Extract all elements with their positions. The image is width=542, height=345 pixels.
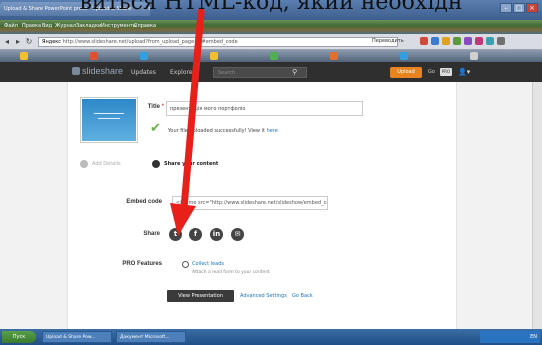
extension-icons <box>420 37 538 47</box>
vertical-scrollbar[interactable] <box>532 82 542 329</box>
taskbar-item[interactable]: Документ Microsoft... <box>116 331 186 343</box>
start-button[interactable]: Пуск <box>2 331 36 343</box>
menu-help[interactable]: Справка <box>134 23 156 29</box>
attach-form-hint: Attach a lead form to your content <box>192 270 270 275</box>
title-input[interactable]: презентація мого портфоліо <box>166 101 363 116</box>
menu-bar: Файл Правка Вид Журнал Закладки Инструме… <box>0 20 542 34</box>
upload-button[interactable]: Upload <box>390 67 422 78</box>
back-arrow-icon[interactable]: ◂ <box>2 37 12 47</box>
bookmark-icon[interactable] <box>90 52 98 60</box>
logo-icon <box>72 67 80 75</box>
bookmark-icon[interactable] <box>210 52 218 60</box>
thumbnail-preview <box>82 99 136 141</box>
title-label: Title * <box>147 104 164 110</box>
extension-icon[interactable] <box>464 37 472 45</box>
url-prefix: Яндекс <box>42 39 62 45</box>
bookmark-icon[interactable] <box>470 52 478 60</box>
facebook-icon[interactable]: f <box>189 228 202 241</box>
go-label: Go <box>428 69 435 75</box>
view-it-link[interactable]: here <box>267 128 278 134</box>
translate-label[interactable]: Переводить <box>372 38 404 44</box>
step-add-details[interactable]: Add Details <box>92 161 121 167</box>
pro-badge[interactable]: PRO <box>440 68 452 76</box>
nav-updates[interactable]: Updates <box>131 69 156 76</box>
advanced-settings-link[interactable]: Advanced Settings <box>240 293 287 299</box>
extension-icon[interactable] <box>486 37 494 45</box>
reload-icon[interactable]: ↻ <box>24 37 34 47</box>
menu-file[interactable]: Файл <box>4 23 18 29</box>
system-tray: EN <box>480 331 540 343</box>
search-icon[interactable]: ⚲ <box>292 68 297 76</box>
thumbnail-line <box>98 118 120 119</box>
extension-icon[interactable] <box>453 37 461 45</box>
menu-tools[interactable]: Инструменты <box>101 23 137 29</box>
embed-code-label: Embed code <box>126 199 162 205</box>
go-back-link[interactable]: Go Back <box>292 293 313 299</box>
extension-icon[interactable] <box>497 37 505 45</box>
url-field[interactable]: Яндекс http://www.slideshare.net/upload?… <box>38 37 398 47</box>
email-icon[interactable]: ✉ <box>231 228 244 241</box>
menu-bookmarks[interactable]: Закладки <box>76 23 101 29</box>
url-text: http://www.slideshare.net/upload?from_up… <box>62 39 238 45</box>
menu-view[interactable]: Вид <box>42 23 52 29</box>
twitter-icon[interactable]: t <box>169 228 182 241</box>
slideshare-header: slideshare Updates Explore Search ⚲ Uplo… <box>0 62 542 82</box>
menu-history[interactable]: Журнал <box>55 23 76 29</box>
thumbnail-line <box>94 113 124 114</box>
extension-icon[interactable] <box>420 37 428 45</box>
nav-explore[interactable]: Explore <box>170 69 193 76</box>
windows-taskbar: Пуск Upload & Share Pow... Документ Micr… <box>0 329 542 345</box>
required-marker: * <box>161 104 164 110</box>
checkmark-icon: ✔ <box>150 121 161 136</box>
bookmark-icon[interactable] <box>270 52 278 60</box>
step-share-content: Share your content <box>164 161 219 167</box>
bookmark-icon[interactable] <box>400 52 408 60</box>
step-1-icon <box>80 160 88 168</box>
extension-icon[interactable] <box>431 37 439 45</box>
bookmark-icon[interactable] <box>20 52 28 60</box>
bookmark-icon[interactable] <box>140 52 148 60</box>
step-2-icon <box>152 160 160 168</box>
share-label: Share <box>143 231 160 237</box>
collect-leads-radio[interactable] <box>182 261 189 268</box>
pro-features-label: PRO Features <box>122 261 162 267</box>
embed-code-field[interactable]: <iframe src="http://www.slideshare.net/s… <box>172 196 328 210</box>
cyrillic-caption: виться HTML-код, який необхідн <box>79 0 463 15</box>
bookmark-icon[interactable] <box>330 52 338 60</box>
user-menu-icon[interactable]: 👤▾ <box>458 68 470 76</box>
extension-icon[interactable] <box>475 37 483 45</box>
menu-edit[interactable]: Правка <box>22 23 41 29</box>
bookmarks-bar <box>0 50 542 62</box>
taskbar-item[interactable]: Upload & Share Pow... <box>42 331 112 343</box>
success-message: Your file uploaded successfully! View it… <box>168 128 278 134</box>
view-presentation-button[interactable]: View Presentation <box>167 290 234 302</box>
forward-arrow-icon[interactable]: ▸ <box>13 37 23 47</box>
extension-icon[interactable] <box>442 37 450 45</box>
slideshare-logo[interactable]: slideshare <box>72 66 123 76</box>
collect-leads-link[interactable]: Collect leads <box>192 261 224 267</box>
address-bar-row: ◂ ▸ ↻ Яндекс http://www.slideshare.net/u… <box>0 34 542 50</box>
linkedin-icon[interactable]: in <box>210 228 223 241</box>
